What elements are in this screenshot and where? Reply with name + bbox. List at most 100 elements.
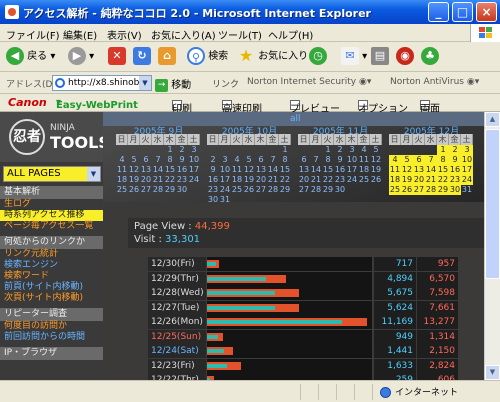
calendar-day[interactable]: 29	[322, 185, 334, 195]
close-button[interactable]: ×	[476, 2, 497, 22]
calendar-day[interactable]: 4	[231, 155, 243, 165]
norton-button[interactable]: ◉	[396, 47, 414, 67]
calendar-day[interactable]: 20	[140, 175, 152, 185]
calendar-day[interactable]: 23	[334, 175, 346, 185]
calendar-day[interactable]: 8	[437, 155, 449, 165]
calendar-day[interactable]: 24	[188, 175, 200, 185]
calendar-day[interactable]: 22	[164, 175, 176, 185]
calendar-day[interactable]: 7	[425, 155, 437, 165]
calendar-day[interactable]: 24	[219, 185, 231, 195]
address-dropdown-icon[interactable]: ▼	[139, 76, 151, 90]
calendar-day[interactable]: 16	[334, 165, 346, 175]
sidebar-link[interactable]: 次頁(サイト内移動)	[0, 293, 103, 304]
scroll-down-button[interactable]: ▼	[485, 365, 500, 380]
calendar-day[interactable]: 20	[255, 175, 267, 185]
calendar-day[interactable]: 26	[128, 185, 140, 195]
date-label[interactable]: 12/23(Fri)	[148, 358, 206, 373]
calendar-day[interactable]: 28	[425, 185, 437, 195]
date-label[interactable]: 12/22(Thr)	[148, 373, 206, 380]
calendar-day[interactable]: 28	[267, 185, 279, 195]
calendar-day[interactable]: 30	[449, 185, 461, 195]
calendar-day[interactable]: 3	[346, 145, 358, 155]
menu-file[interactable]: ファイル(F)	[6, 27, 60, 42]
calendar-day[interactable]: 6	[298, 155, 310, 165]
calendar-day[interactable]: 19	[243, 175, 255, 185]
calendar-day[interactable]: 21	[152, 175, 164, 185]
calendar-day[interactable]: 20	[298, 175, 310, 185]
calendar-day[interactable]: 17	[188, 165, 200, 175]
calendar-day[interactable]: 28	[310, 185, 322, 195]
calendar-day[interactable]: 5	[243, 155, 255, 165]
calendar-day[interactable]: 12	[370, 155, 382, 165]
calendar-day[interactable]: 22	[322, 175, 334, 185]
calendar-day[interactable]: 11	[389, 165, 401, 175]
menu-help[interactable]: ヘルプ(H)	[268, 27, 313, 42]
month-title[interactable]: 2005年 9月	[116, 124, 201, 137]
easy-webprint-menu[interactable]: Easy-WebPrint ▾	[56, 97, 138, 111]
calendar-day[interactable]: 14	[152, 165, 164, 175]
menu-tools[interactable]: ツール(T)	[218, 27, 262, 42]
calendar-day[interactable]: 5	[401, 155, 413, 165]
favorites-button[interactable]: ★ お気に入り	[237, 47, 308, 67]
calendar-day[interactable]: 25	[116, 185, 128, 195]
calendar-day[interactable]: 24	[346, 175, 358, 185]
calendar-day[interactable]: 10	[346, 155, 358, 165]
calendar-day[interactable]: 21	[425, 175, 437, 185]
calendar-day[interactable]: 15	[164, 165, 176, 175]
sidebar-link[interactable]: 前頁(サイト内移動)	[0, 282, 103, 293]
calendar-day[interactable]: 27	[255, 185, 267, 195]
address-input[interactable]: http://x8.shinobi ▼	[52, 75, 152, 91]
date-label[interactable]: 12/24(Sat)	[148, 344, 206, 358]
forward-button[interactable]: ▶ ▾	[68, 47, 94, 67]
calendar-day[interactable]: 3	[461, 145, 473, 155]
calendar-day[interactable]: 29	[279, 185, 291, 195]
calendar-day[interactable]: 13	[255, 165, 267, 175]
date-label[interactable]: 12/29(Thr)	[148, 271, 206, 286]
calendar-day[interactable]: 9	[334, 155, 346, 165]
calendar-all-link[interactable]: all	[290, 114, 301, 124]
menu-edit[interactable]: 編集(E)	[63, 27, 97, 42]
calendar-day[interactable]: 9	[207, 165, 219, 175]
calendar-day[interactable]: 6	[255, 155, 267, 165]
sidebar-link[interactable]: 前回訪問からの時間	[0, 332, 103, 343]
calendar-day[interactable]: 16	[176, 165, 188, 175]
search-button[interactable]: ⚲ 検索	[187, 47, 228, 67]
calendar-day[interactable]: 16	[207, 175, 219, 185]
calendar-day[interactable]: 7	[152, 155, 164, 165]
vertical-scrollbar[interactable]: ▲ ▼	[484, 112, 500, 380]
sidebar-link[interactable]: ページ毎アクセス一覧	[0, 221, 103, 232]
calendar-day[interactable]: 10	[188, 155, 200, 165]
calendar-day[interactable]: 11	[231, 165, 243, 175]
month-title[interactable]: 2005年 12月	[389, 124, 474, 137]
calendar-day[interactable]: 3	[188, 145, 200, 155]
scroll-thumb[interactable]	[485, 129, 500, 279]
calendar-day[interactable]: 22	[279, 175, 291, 185]
calendar-day[interactable]: 7	[267, 155, 279, 165]
calendar-day[interactable]: 3	[219, 155, 231, 165]
calendar-day[interactable]: 18	[231, 175, 243, 185]
calendar-day[interactable]: 11	[116, 165, 128, 175]
calendar-day[interactable]: 18	[358, 165, 370, 175]
calendar-day[interactable]: 13	[140, 165, 152, 175]
links-button[interactable]: リンク	[212, 77, 239, 90]
calendar-day[interactable]: 27	[140, 185, 152, 195]
calendar-day[interactable]: 26	[370, 175, 382, 185]
calendar-day[interactable]: 14	[310, 165, 322, 175]
calendar-day[interactable]: 8	[279, 155, 291, 165]
calendar-day[interactable]: 14	[267, 165, 279, 175]
date-label[interactable]: 12/30(Fri)	[148, 257, 206, 271]
calendar-day[interactable]: 1	[164, 145, 176, 155]
calendar-day[interactable]: 19	[128, 175, 140, 185]
date-label[interactable]: 12/27(Tue)	[148, 300, 206, 315]
calendar-day[interactable]: 25	[358, 175, 370, 185]
calendar-day[interactable]: 11	[358, 155, 370, 165]
calendar-day[interactable]: 15	[279, 165, 291, 175]
sidebar-link[interactable]: 検索ワード	[0, 271, 103, 282]
calendar-day[interactable]: 12	[401, 165, 413, 175]
calendar-day[interactable]: 19	[370, 165, 382, 175]
ninja-tools-logo[interactable]: 忍者 NINJA TOOLS	[0, 112, 110, 162]
history-button[interactable]: ◷	[309, 47, 327, 67]
calendar-day[interactable]: 9	[176, 155, 188, 165]
calendar-day[interactable]: 12	[128, 165, 140, 175]
calendar-day[interactable]: 31	[219, 195, 231, 205]
